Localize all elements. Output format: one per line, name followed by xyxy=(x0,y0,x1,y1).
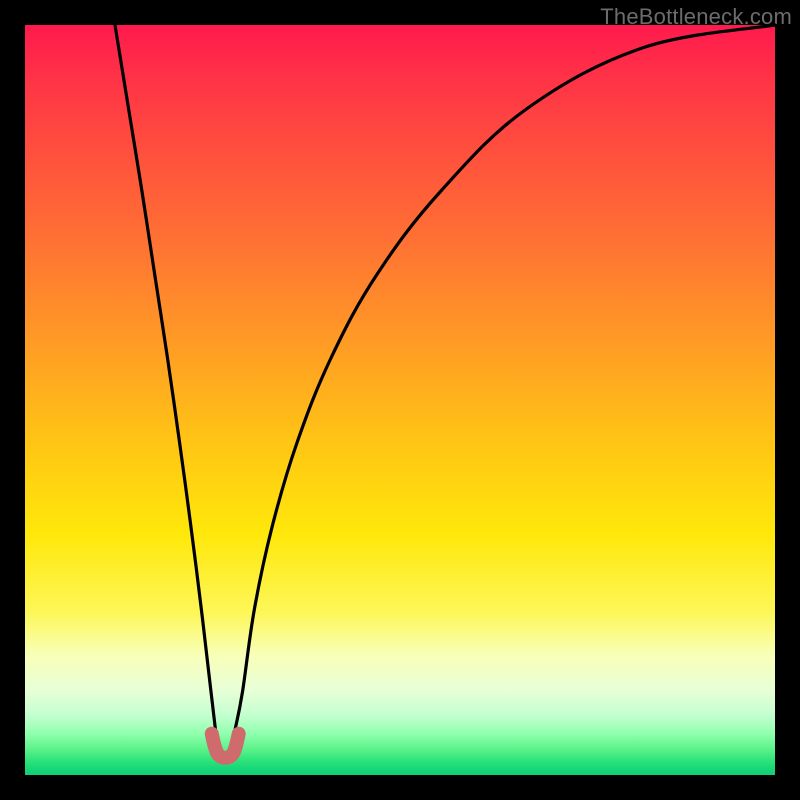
curve-right-branch xyxy=(235,25,775,730)
curve-left-branch xyxy=(115,25,216,730)
chart-plot-area xyxy=(25,25,775,775)
chart-svg xyxy=(25,25,775,775)
bottom-u-marker xyxy=(212,734,239,758)
outer-frame: TheBottleneck.com xyxy=(0,0,800,800)
